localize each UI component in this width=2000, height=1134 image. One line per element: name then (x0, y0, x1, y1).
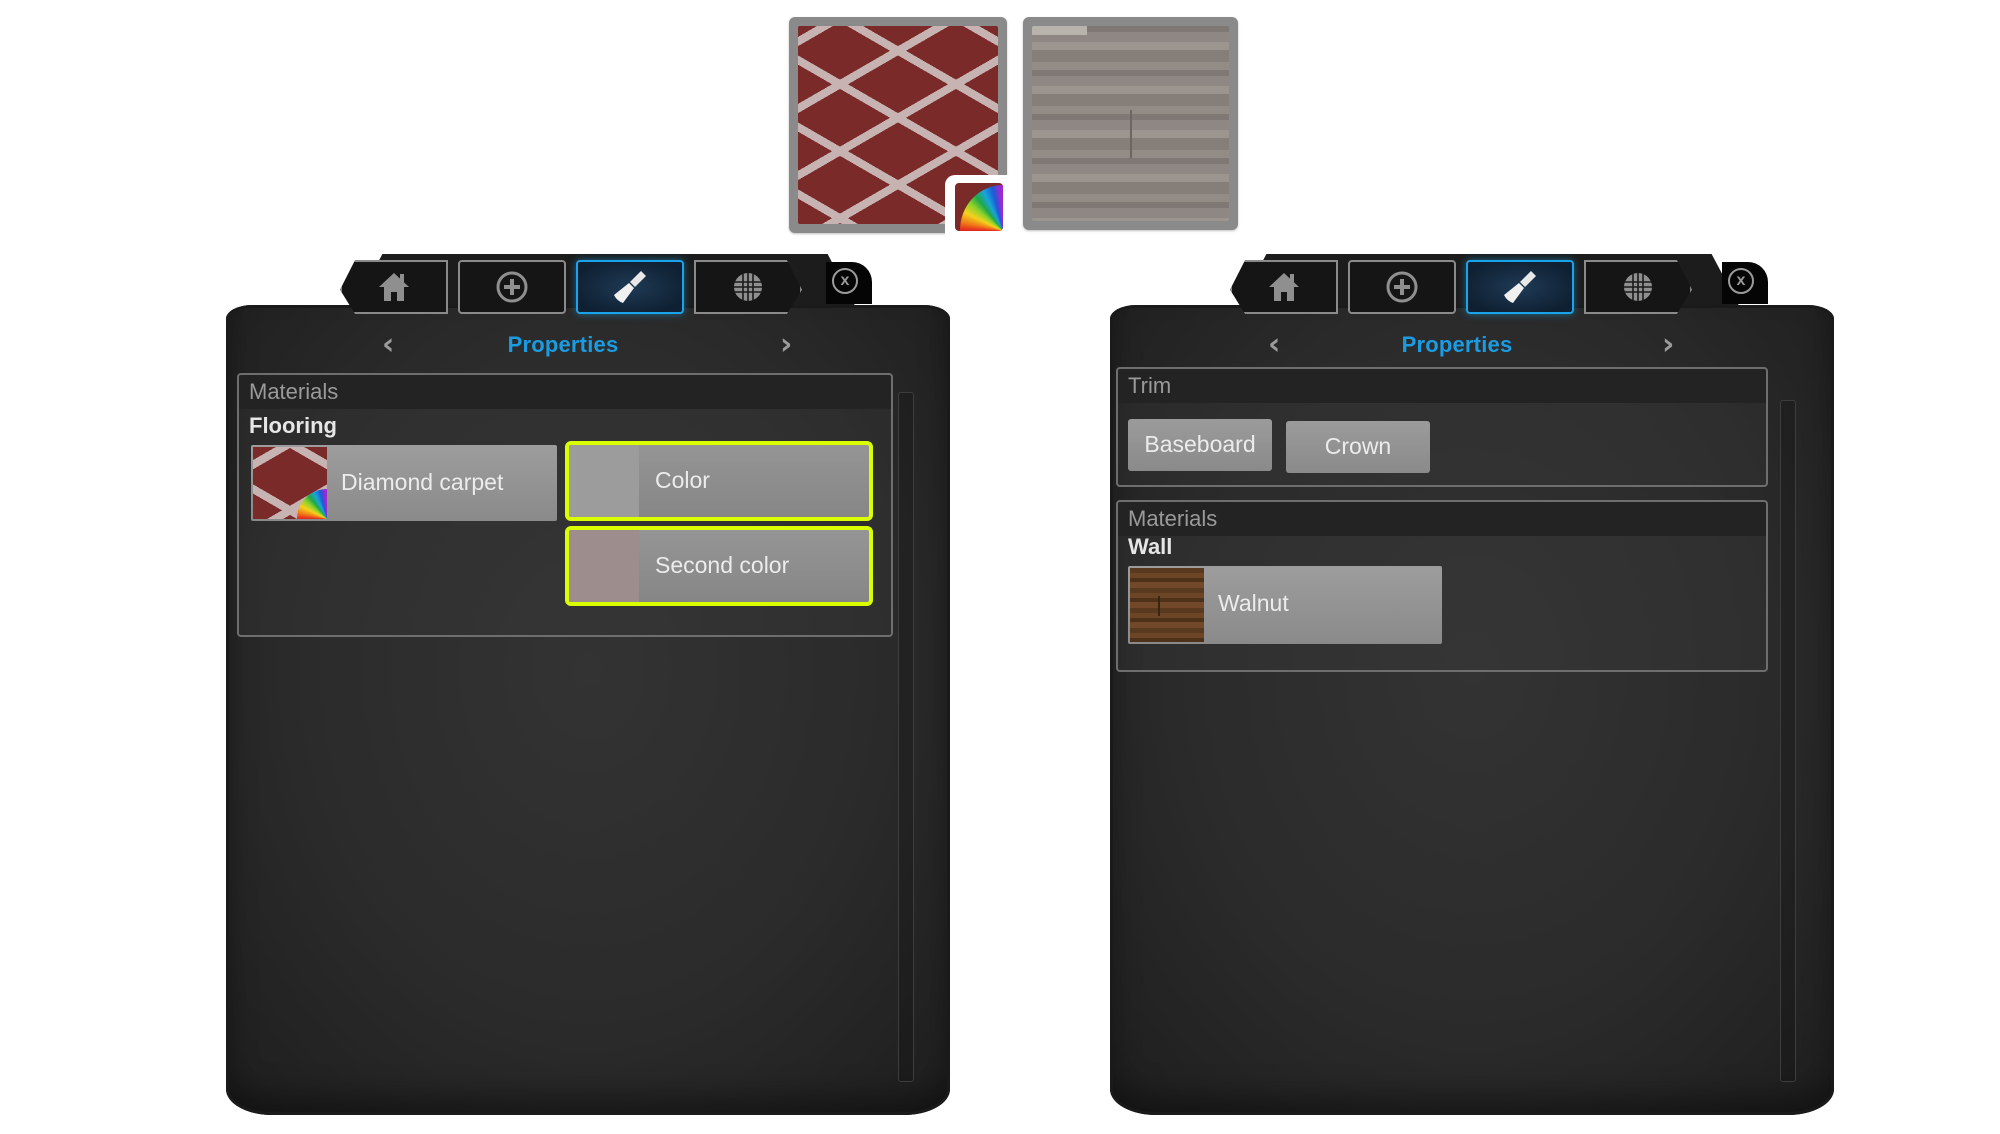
material-button[interactable]: Diamond carpet (251, 445, 557, 521)
tab-globe[interactable] (694, 260, 802, 314)
group-title: Trim (1128, 373, 1172, 398)
panel-title: Properties (507, 332, 619, 357)
swatch-gray-wood[interactable] (1023, 17, 1238, 230)
color-button[interactable]: Color (565, 441, 873, 521)
material-name: Diamond carpet (341, 469, 504, 495)
paintbrush-icon (614, 271, 646, 303)
carpet-thumbnail (253, 447, 327, 519)
add-circle-icon (1386, 271, 1418, 303)
tab-bar (1230, 260, 1730, 320)
tab-add[interactable] (458, 260, 566, 314)
second-color-chip (569, 530, 639, 602)
swatch-diamond-carpet[interactable] (789, 17, 1011, 237)
next-arrow-icon[interactable]: › (1662, 330, 1674, 360)
crown-button[interactable]: Crown (1286, 421, 1430, 473)
group-title: Materials (249, 379, 339, 404)
surface-label: Flooring (249, 413, 337, 438)
material-name: Walnut (1218, 590, 1289, 616)
tab-globe[interactable] (1584, 260, 1692, 314)
tab-add[interactable] (1348, 260, 1456, 314)
materials-group: Materials Wall Walnut (1116, 500, 1768, 672)
color-palette-icon (297, 489, 327, 519)
tab-bar (340, 260, 840, 320)
color-palette-icon (945, 175, 1011, 237)
tab-properties[interactable] (576, 260, 684, 314)
second-color-label: Second color (655, 552, 790, 578)
tab-properties[interactable] (1466, 260, 1574, 314)
home-icon (1269, 273, 1299, 301)
walnut-thumbnail (1130, 568, 1204, 642)
panel-title: Properties (1401, 332, 1513, 357)
second-color-button[interactable]: Second color (565, 526, 873, 606)
close-icon[interactable]: x (1728, 268, 1754, 294)
paintbrush-icon (1504, 271, 1536, 303)
group-title: Materials (1128, 506, 1218, 531)
properties-panel-left: x ‹ Properties › Materials Flooring Diam… (220, 250, 956, 1130)
add-circle-icon (496, 271, 528, 303)
trim-group: Trim Baseboard Crown (1116, 367, 1768, 487)
globe-icon (1624, 273, 1652, 301)
properties-panel-right: x ‹ Properties › Trim Baseboard Crown Ma… (1104, 250, 1840, 1130)
materials-group: Materials Flooring Diamond carpet Color … (237, 373, 893, 637)
surface-label: Wall (1128, 534, 1173, 559)
tab-home[interactable] (1230, 260, 1338, 314)
home-icon (379, 273, 409, 301)
baseboard-button[interactable]: Baseboard (1128, 419, 1272, 471)
wood-texture-image (1032, 26, 1229, 221)
scrollbar[interactable] (1780, 400, 1796, 1082)
material-button[interactable]: Walnut (1128, 566, 1442, 644)
color-chip (569, 445, 639, 517)
globe-icon (734, 273, 762, 301)
scrollbar[interactable] (898, 392, 914, 1082)
tab-home[interactable] (340, 260, 448, 314)
next-arrow-icon[interactable]: › (780, 330, 792, 360)
color-label: Color (655, 467, 710, 493)
